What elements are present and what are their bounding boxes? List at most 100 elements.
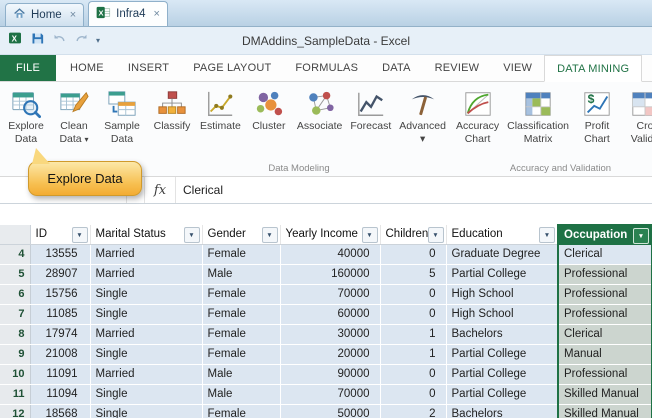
column-header-yearly-income[interactable]: Yearly Income▼: [280, 225, 380, 244]
cell[interactable]: Skilled Manual: [558, 384, 652, 404]
cell[interactable]: Partial College: [446, 344, 558, 364]
filter-icon[interactable]: ▼: [72, 227, 88, 243]
cell[interactable]: Professional: [558, 284, 652, 304]
column-header-children[interactable]: Children▼: [380, 225, 446, 244]
filter-icon[interactable]: ▼: [539, 227, 555, 243]
row-header[interactable]: 8: [0, 324, 30, 344]
cell[interactable]: Partial College: [446, 264, 558, 284]
cell[interactable]: 1: [380, 344, 446, 364]
cross-validation-button[interactable]: Cro Valida: [621, 84, 652, 159]
cell[interactable]: Female: [202, 284, 280, 304]
ribbon-tab-insert[interactable]: INSERT: [116, 55, 181, 81]
cell[interactable]: 40000: [280, 244, 380, 264]
forecast-button[interactable]: Forecast: [346, 84, 395, 159]
cluster-button[interactable]: Cluster: [245, 84, 293, 159]
clean-data-button[interactable]: Clean Data ▾: [50, 84, 98, 159]
classify-button[interactable]: Classify: [148, 84, 196, 159]
cell[interactable]: Married: [90, 324, 202, 344]
close-icon[interactable]: ×: [154, 9, 160, 20]
ribbon-tab-data-mining[interactable]: DATA MINING: [544, 55, 642, 82]
cell[interactable]: Professional: [558, 264, 652, 284]
column-header-marital-status[interactable]: Marital Status▼: [90, 225, 202, 244]
cell[interactable]: 20000: [280, 344, 380, 364]
cell[interactable]: 11091: [30, 364, 90, 384]
cell[interactable]: Female: [202, 404, 280, 418]
cell[interactable]: 160000: [280, 264, 380, 284]
cell-active[interactable]: Clerical: [558, 244, 652, 264]
cell[interactable]: Professional: [558, 364, 652, 384]
formula-input[interactable]: Clerical: [176, 177, 652, 203]
cell[interactable]: Female: [202, 244, 280, 264]
cell[interactable]: High School: [446, 284, 558, 304]
cell[interactable]: Single: [90, 284, 202, 304]
cell[interactable]: 2: [380, 404, 446, 418]
cell[interactable]: 28907: [30, 264, 90, 284]
cell[interactable]: 11085: [30, 304, 90, 324]
cell[interactable]: 15756: [30, 284, 90, 304]
filter-icon[interactable]: ▼: [184, 227, 200, 243]
cell[interactable]: Single: [90, 344, 202, 364]
ribbon-tab-view[interactable]: VIEW: [491, 55, 544, 81]
cell[interactable]: 0: [380, 364, 446, 384]
cell[interactable]: 0: [380, 244, 446, 264]
filter-icon[interactable]: ▼: [428, 227, 444, 243]
redo-icon[interactable]: [74, 31, 89, 51]
accuracy-chart-button[interactable]: Accuracy Chart: [452, 84, 503, 159]
cell[interactable]: Female: [202, 324, 280, 344]
cell[interactable]: High School: [446, 304, 558, 324]
cell[interactable]: 11094: [30, 384, 90, 404]
filter-icon[interactable]: ▼: [262, 227, 278, 243]
undo-icon[interactable]: [52, 31, 67, 51]
qat-dropdown-icon[interactable]: ▾: [96, 36, 100, 45]
cell[interactable]: 0: [380, 284, 446, 304]
classification-matrix-button[interactable]: Classification Matrix: [503, 84, 573, 159]
column-header-id[interactable]: ID▼: [30, 225, 90, 244]
insert-function-button[interactable]: fx: [145, 177, 176, 203]
cell[interactable]: Male: [202, 384, 280, 404]
estimate-button[interactable]: Estimate: [196, 84, 245, 159]
row-header[interactable]: 6: [0, 284, 30, 304]
cell[interactable]: Partial College: [446, 384, 558, 404]
cell[interactable]: 18568: [30, 404, 90, 418]
cell[interactable]: Single: [90, 304, 202, 324]
cell[interactable]: 30000: [280, 324, 380, 344]
cell[interactable]: Female: [202, 304, 280, 324]
row-header[interactable]: 9: [0, 344, 30, 364]
associate-button[interactable]: Associate: [293, 84, 347, 159]
cell[interactable]: 13555: [30, 244, 90, 264]
ribbon-tab-data[interactable]: DATA: [370, 55, 423, 81]
cell[interactable]: Married: [90, 264, 202, 284]
cell[interactable]: 90000: [280, 364, 380, 384]
row-header[interactable]: 4: [0, 244, 30, 264]
row-header[interactable]: 7: [0, 304, 30, 324]
column-header-gender[interactable]: Gender▼: [202, 225, 280, 244]
ribbon-tab-page-layout[interactable]: PAGE LAYOUT: [181, 55, 283, 81]
row-header[interactable]: 10: [0, 364, 30, 384]
cell[interactable]: Bachelors: [446, 324, 558, 344]
advanced-button[interactable]: Advanced ▾: [395, 84, 450, 159]
cell[interactable]: Bachelors: [446, 404, 558, 418]
window-tab-home[interactable]: Home ×: [5, 3, 84, 26]
ribbon-tab-review[interactable]: REVIEW: [423, 55, 492, 81]
cell[interactable]: Male: [202, 264, 280, 284]
cell[interactable]: Manual: [558, 344, 652, 364]
filter-icon[interactable]: ▼: [633, 228, 649, 244]
cell[interactable]: 70000: [280, 384, 380, 404]
ribbon-tab-home[interactable]: HOME: [58, 55, 116, 81]
ribbon-tab-file[interactable]: FILE: [0, 55, 56, 81]
cell[interactable]: 1: [380, 324, 446, 344]
cell[interactable]: 0: [380, 384, 446, 404]
save-icon[interactable]: [30, 31, 45, 51]
cell[interactable]: Skilled Manual: [558, 404, 652, 418]
cell[interactable]: Partial College: [446, 364, 558, 384]
filter-icon[interactable]: ▼: [362, 227, 378, 243]
cell[interactable]: Female: [202, 344, 280, 364]
profit-chart-button[interactable]: $ Profit Chart: [573, 84, 621, 159]
cell[interactable]: Male: [202, 364, 280, 384]
column-header-occupation[interactable]: Occupation▼: [558, 225, 652, 244]
window-tab-infra4[interactable]: X Infra4 ×: [88, 1, 168, 26]
row-header[interactable]: 5: [0, 264, 30, 284]
sample-data-button[interactable]: Sample Data: [98, 84, 146, 159]
cell[interactable]: 21008: [30, 344, 90, 364]
cell[interactable]: Single: [90, 404, 202, 418]
